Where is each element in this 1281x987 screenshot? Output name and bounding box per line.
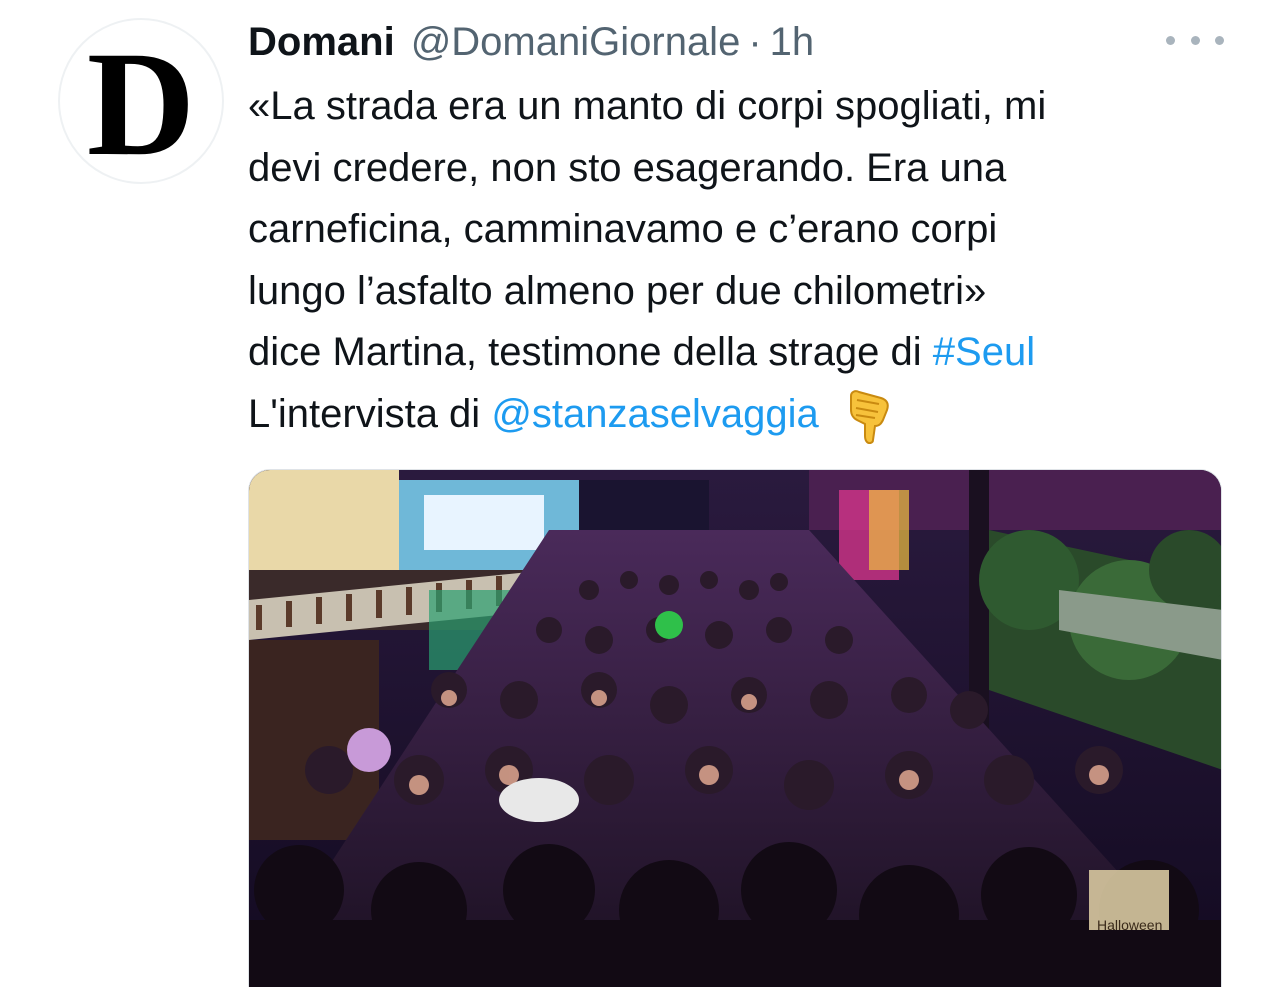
tweet-media-photo[interactable]: Halloween: [248, 469, 1222, 987]
photo-sign-text: Halloween: [1097, 917, 1162, 933]
avatar[interactable]: D: [58, 18, 224, 184]
user-handle[interactable]: @DomaniGiornale: [411, 20, 741, 65]
tweet-header: Domani @DomaniGiornale · 1h: [248, 14, 814, 70]
display-name[interactable]: Domani: [248, 20, 395, 65]
mention-link[interactable]: @stanzaselvaggia: [491, 392, 818, 436]
tweet-text-line: L'intervista di @stanzaselvaggia: [248, 384, 1258, 446]
tweet: D Domani @DomaniGiornale · 1h «La strada…: [0, 0, 1281, 987]
separator-dot: ·: [748, 19, 762, 64]
crowd-photo: Halloween: [249, 470, 1221, 987]
more-options-icon[interactable]: [1166, 22, 1224, 58]
avatar-logo-letter: D: [86, 21, 196, 187]
tweet-text-line: carneficina, camminavamo e c’erano corpi: [248, 207, 998, 251]
timestamp[interactable]: 1h: [770, 20, 815, 65]
tweet-text-line: dice Martina, testimone della strage di …: [248, 322, 1258, 384]
pointing-down-icon: [849, 390, 889, 444]
tweet-text-line: devi credere, non sto esagerando. Era un…: [248, 145, 1007, 190]
tweet-text: «La strada era un manto di corpi spoglia…: [248, 76, 1258, 445]
tweet-text-line: «La strada era un manto di corpi spoglia…: [248, 84, 1047, 128]
tweet-text-line: lungo l’asfalto almeno per due chilometr…: [248, 268, 987, 313]
tweet-text-fragment: dice Martina, testimone della strage di: [248, 330, 933, 374]
tweet-text-fragment: L'intervista di: [248, 391, 492, 436]
hashtag-link[interactable]: #Seul: [933, 330, 1035, 374]
